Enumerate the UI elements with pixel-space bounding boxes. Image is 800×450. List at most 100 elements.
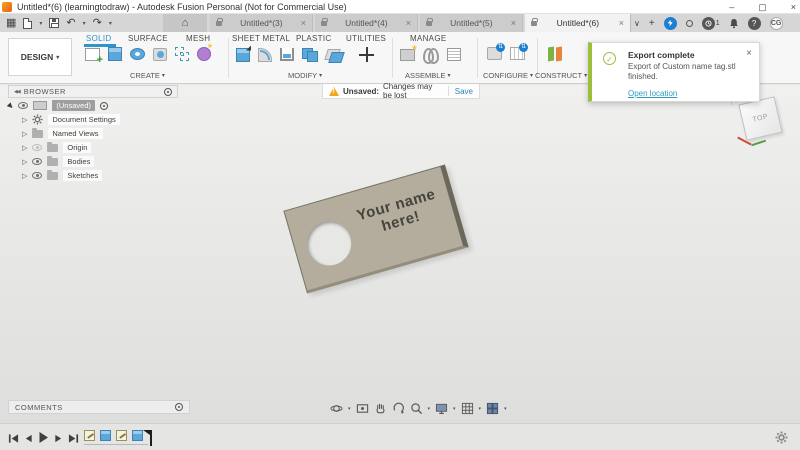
notification-center-button[interactable]: 1	[701, 16, 720, 30]
skip-to-end-button[interactable]	[68, 431, 79, 449]
browser-item-origin[interactable]: ▷ Origin	[8, 141, 188, 154]
root-document-label[interactable]: (Unsaved)	[52, 100, 95, 111]
activate-component-radio[interactable]	[100, 101, 108, 110]
browser-item-named-views[interactable]: ▷ Named Views	[8, 127, 188, 140]
browser-filter-icon[interactable]	[164, 87, 172, 96]
save-icon[interactable]	[49, 18, 60, 28]
close-toast-icon[interactable]: ×	[746, 48, 752, 59]
viewports-caret-icon[interactable]: ▾	[504, 406, 507, 412]
sweep-icon[interactable]	[153, 47, 167, 61]
undo-caret-icon[interactable]: ▾	[83, 20, 86, 27]
orbit-caret-icon[interactable]: ▾	[348, 406, 351, 412]
new-component-icon[interactable]	[400, 43, 418, 61]
job-status-icon[interactable]	[663, 16, 677, 30]
avatar[interactable]: CG	[769, 16, 783, 30]
workspace-selector[interactable]: DESIGN ▾	[8, 38, 72, 76]
move-copy-icon[interactable]	[359, 47, 374, 62]
close-tab-icon[interactable]: ×	[511, 18, 516, 28]
create-sketch-icon[interactable]	[85, 47, 103, 66]
ribbon-tab-surface[interactable]: SURFACE	[128, 34, 168, 43]
create-form-icon[interactable]	[197, 42, 213, 61]
collapse-panel-icon[interactable]: ◀◀	[14, 89, 21, 95]
browser-item-bodies[interactable]: ▷ Bodies	[8, 155, 188, 168]
group-assemble[interactable]: ASSEMBLE ▾	[405, 71, 450, 80]
timeline-sketch2-icon[interactable]	[116, 430, 127, 441]
fillet-icon[interactable]	[258, 47, 272, 62]
extrude-icon[interactable]	[108, 47, 122, 61]
orbit-icon[interactable]	[330, 402, 343, 415]
construct-plane-icon[interactable]	[547, 47, 563, 62]
grid-caret-icon[interactable]: ▾	[479, 406, 482, 412]
visibility-eye-icon[interactable]	[32, 144, 43, 151]
collapse-icon[interactable]: ▷	[22, 116, 27, 124]
close-tab-icon[interactable]: ×	[619, 18, 624, 28]
close-tab-icon[interactable]: ×	[406, 18, 411, 28]
collapse-icon[interactable]: ▷	[22, 158, 27, 166]
revolve-icon[interactable]	[130, 48, 145, 60]
timeline-position-marker[interactable]	[150, 430, 152, 446]
pattern-icon[interactable]	[175, 47, 189, 61]
group-configure[interactable]: CONFIGURE ▾	[483, 71, 533, 80]
browser-table-icon[interactable]	[447, 47, 461, 61]
close-tab-icon[interactable]: ×	[301, 18, 306, 28]
skip-to-start-button[interactable]	[8, 431, 19, 449]
browser-item-sketches[interactable]: ▷ Sketches	[8, 169, 188, 182]
browser-item-document-settings[interactable]: ▷ Document Settings	[8, 113, 188, 126]
browser-panel-header[interactable]: ◀◀ BROWSER	[8, 85, 178, 98]
group-create[interactable]: CREATE ▾	[130, 71, 165, 80]
redo-caret-icon[interactable]: ▾	[109, 20, 112, 27]
look-at-icon[interactable]	[356, 402, 369, 415]
joint-icon[interactable]	[423, 47, 439, 64]
step-back-button[interactable]	[24, 431, 33, 449]
step-forward-button[interactable]	[54, 431, 63, 449]
timeline-sketch1-icon[interactable]	[84, 430, 95, 441]
group-construct[interactable]: CONSTRUCT ▾	[535, 71, 587, 80]
ribbon-tab-manage[interactable]: MANAGE	[410, 34, 446, 43]
viewports-icon[interactable]	[486, 402, 499, 415]
bell-icon[interactable]	[729, 18, 739, 29]
visibility-eye-icon[interactable]	[32, 158, 43, 165]
ribbon-tab-utilities[interactable]: UTILITIES	[346, 34, 386, 43]
ribbon-tab-plastic[interactable]: PLASTIC	[296, 34, 331, 43]
ribbon-tab-solid[interactable]: SOLID	[86, 34, 112, 43]
tab-list-chevron-icon[interactable]: ∨	[634, 19, 640, 28]
timeline-extrude1-icon[interactable]	[100, 430, 111, 441]
home-tab[interactable]: ⌂	[163, 14, 207, 32]
new-tab-button[interactable]: +	[649, 18, 655, 29]
group-modify[interactable]: MODIFY ▾	[288, 71, 322, 80]
file-menu-icon[interactable]	[23, 17, 33, 29]
pan-icon[interactable]	[374, 402, 387, 415]
extensions-icon[interactable]	[685, 19, 693, 27]
close-window-button[interactable]: ×	[791, 0, 796, 14]
combine-icon[interactable]	[302, 47, 318, 62]
document-tab-6-active[interactable]: Untitled*(6) ×	[525, 14, 631, 32]
document-tab-4[interactable]: Untitled*(4) ×	[315, 14, 418, 32]
offset-face-icon[interactable]	[326, 48, 341, 61]
maximize-button[interactable]: ▢	[758, 0, 767, 14]
ribbon-tab-sheetmetal[interactable]: SHEET METAL	[232, 34, 290, 43]
constrained-orbit-icon[interactable]	[392, 402, 405, 415]
display-settings-icon[interactable]	[435, 402, 448, 415]
comments-options-icon[interactable]	[175, 403, 183, 411]
app-grid-icon[interactable]: ▦	[6, 14, 16, 32]
shell-icon[interactable]	[280, 48, 294, 61]
comments-panel-header[interactable]: COMMENTS	[8, 400, 190, 414]
help-icon[interactable]: ?	[747, 16, 761, 30]
file-menu-caret-icon[interactable]: ▾	[39, 20, 42, 27]
display-caret-icon[interactable]: ▾	[453, 406, 456, 412]
redo-icon[interactable]: ↷	[93, 14, 102, 32]
zoom-icon[interactable]	[410, 402, 423, 415]
configuration-table-icon[interactable]	[510, 43, 528, 60]
undo-icon[interactable]: ↶	[66, 14, 75, 32]
collapse-icon[interactable]: ▷	[22, 130, 27, 138]
browser-root-row[interactable]: ▶ (Unsaved)	[6, 99, 188, 112]
minimize-button[interactable]: –	[729, 0, 734, 14]
timeline-extrude2-icon[interactable]	[132, 430, 143, 441]
visibility-eye-icon[interactable]	[32, 172, 43, 179]
document-tab-3[interactable]: Untitled*(3) ×	[210, 14, 313, 32]
press-pull-icon[interactable]	[236, 47, 250, 62]
zoom-caret-icon[interactable]: ▾	[428, 406, 431, 412]
timeline-settings-gear-icon[interactable]	[775, 431, 788, 449]
save-button[interactable]: Save	[455, 87, 473, 96]
expand-icon[interactable]: ▶	[6, 101, 15, 110]
